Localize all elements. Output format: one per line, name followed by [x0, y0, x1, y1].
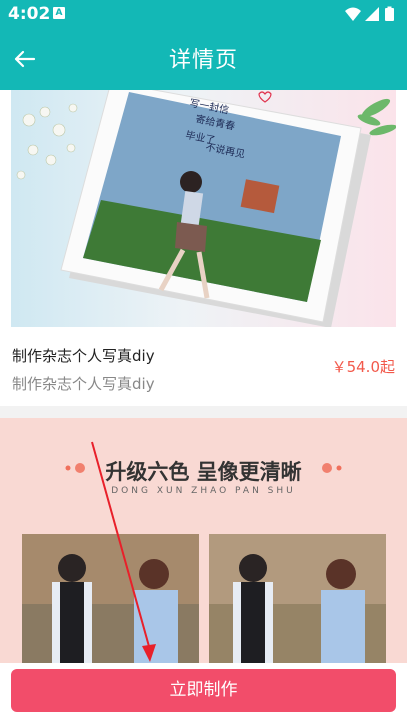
- product-photo-art: 写一封信 寄给青春 毕业了 不说再见: [16, 90, 396, 327]
- heart-icon: [258, 91, 272, 103]
- leaves-decoration: [357, 98, 396, 136]
- signal-icon: [365, 7, 379, 21]
- detail-banner: 升级六色 呈像更清晰 DONG XUN ZHAO PAN SHU: [0, 418, 407, 663]
- product-subtitle: 制作杂志个人写真diy: [12, 375, 155, 393]
- couple-photo-left: [22, 534, 199, 663]
- app-bar: 详情页: [0, 28, 407, 90]
- couple-photo-right: [209, 534, 386, 663]
- dots-decoration-right: [322, 463, 342, 473]
- banner-headline: 升级六色 呈像更清晰: [105, 460, 302, 484]
- product-name: 制作杂志个人写真diy: [12, 347, 155, 365]
- status-icons: [345, 6, 394, 21]
- wifi-icon: [345, 7, 361, 21]
- status-bar: 4:02 A: [0, 0, 407, 28]
- make-now-button[interactable]: 立即制作: [11, 669, 396, 712]
- notification-icon: A: [53, 7, 65, 19]
- product-price: ￥54.0起: [331, 358, 395, 376]
- banner-pinyin: DONG XUN ZHAO PAN SHU: [111, 486, 296, 496]
- page-title: 详情页: [168, 48, 238, 73]
- flowers-decoration: [16, 103, 78, 180]
- product-card[interactable]: 写一封信 寄给青春 毕业了 不说再见 制作杂志个人写真diy 制作杂志个人写真d…: [0, 90, 407, 406]
- status-time: 4:02: [8, 4, 51, 24]
- battery-icon: [385, 8, 394, 21]
- bottom-bar: 立即制作: [0, 663, 407, 723]
- product-photo: 写一封信 寄给青春 毕业了 不说再见: [11, 90, 396, 327]
